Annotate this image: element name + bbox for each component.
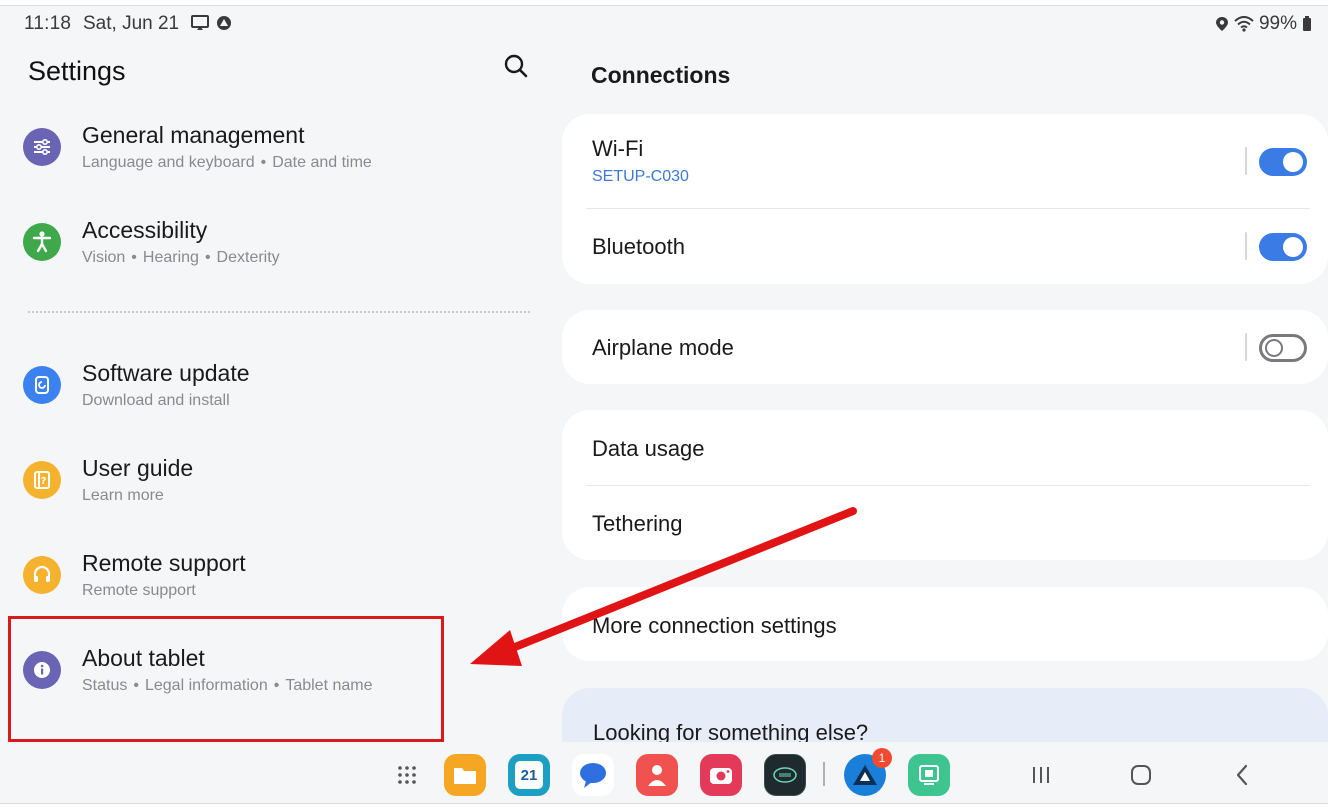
wifi-toggle[interactable] [1259,148,1307,176]
camera-icon [710,768,732,784]
location-icon [1215,17,1228,31]
taskbar: 21 1 [0,742,1328,804]
menu-item-title: Remote support [82,550,246,576]
wifi-network-name: SETUP-C030 [592,168,689,185]
recent-apps-button[interactable] [1024,758,1058,792]
app-grid-icon [398,766,416,784]
menu-item-title: Accessibility [82,217,208,243]
menu-item-accessibility[interactable]: Accessibility Vision • Hearing • Dexterity [8,217,538,313]
back-button[interactable] [1226,758,1260,792]
menu-item-title: User guide [82,455,194,481]
home-button[interactable] [1124,758,1158,792]
status-date: Sat, Jun 21 [83,13,180,34]
bluetooth-label: Bluetooth [592,234,685,259]
my-files-app[interactable] [444,754,486,796]
menu-item-subtitle: Download and install [82,392,230,409]
menu-item-subtitle: Language and keyboard • Date and time [82,154,372,171]
row-divider [586,208,1310,209]
tethering-item[interactable]: Tethering [592,511,683,537]
back-icon [1236,764,1248,786]
bluetooth-toggle[interactable] [1259,233,1307,261]
data-usage-item[interactable]: Data usage [592,436,705,462]
smart-switch-app[interactable] [908,754,950,796]
screen-share-icon [919,765,939,785]
app-notification-icon [217,16,231,30]
wifi-icon [1234,16,1254,32]
toggle-separator [1245,232,1247,260]
folder-icon [454,768,476,784]
looking-for-something-else-card[interactable]: Looking for something else? [562,688,1328,748]
menu-item-title: Software update [82,360,250,386]
screenshot-bottom-border [0,803,1328,809]
highlight-box-annotation [8,616,444,742]
battery-icon [1303,16,1311,31]
sliders-icon [23,128,61,166]
recent-app[interactable]: 1 [844,748,892,796]
more-connection-settings-label: More connection settings [592,613,837,638]
cast-icon [191,15,209,30]
status-bar: 11:18 Sat, Jun 21 99% [0,6,1328,38]
menu-item-general-management[interactable]: General management Language and keyboard… [8,122,538,218]
page-title: Settings [28,56,126,86]
section-divider [28,311,530,313]
toggle-separator [1245,333,1247,361]
airplane-mode-label: Airplane mode [592,335,734,360]
card-wifi-bluetooth: Wi-Fi SETUP-C030 Bluetooth [562,114,1328,284]
recents-icon [1033,767,1049,783]
toggle-separator [1245,147,1247,175]
accessibility-icon [23,223,61,261]
calendar-day: 21 [515,761,543,789]
home-icon [1131,765,1151,785]
headset-icon [23,556,61,594]
section-title: Connections [591,62,731,88]
app-drawer-button[interactable] [390,758,424,792]
menu-item-subtitle: Vision • Hearing • Dexterity [82,249,280,266]
more-connection-settings-row[interactable]: More connection settings [562,587,1328,661]
airplane-mode-row[interactable]: Airplane mode [562,310,1328,384]
software-update-icon [23,366,61,404]
calendar-app[interactable]: 21 [508,754,550,796]
menu-item-software-update[interactable]: Software update Download and install [8,360,538,456]
status-time: 11:18 [24,13,72,34]
search-icon [504,54,528,78]
search-button[interactable] [500,50,534,84]
menu-item-user-guide[interactable]: ? User guide Learn more [8,455,538,551]
wifi-label: Wi-Fi [592,136,644,161]
row-divider [586,485,1310,486]
battery-percent: 99% [1258,13,1297,34]
status-notification-icons [191,15,233,31]
menu-item-subtitle: Learn more [82,487,164,504]
status-system-icons: 99% [1215,13,1312,35]
contacts-app[interactable] [636,754,678,796]
taskbar-divider [823,762,825,786]
notification-badge: 1 [872,748,892,768]
menu-item-subtitle: Remote support [82,582,196,599]
person-icon [648,765,666,786]
airplane-mode-toggle[interactable] [1259,334,1307,362]
messages-app[interactable] [572,754,614,796]
svg-text:?: ? [41,476,47,487]
card-data-tethering: Data usage Tethering [562,410,1328,560]
user-guide-icon: ? [23,461,61,499]
game-logo-icon [773,767,797,783]
camera-app[interactable] [700,754,742,796]
menu-item-title: General management [82,122,305,148]
game-app[interactable] [764,754,806,796]
message-bubble-icon [580,763,606,788]
